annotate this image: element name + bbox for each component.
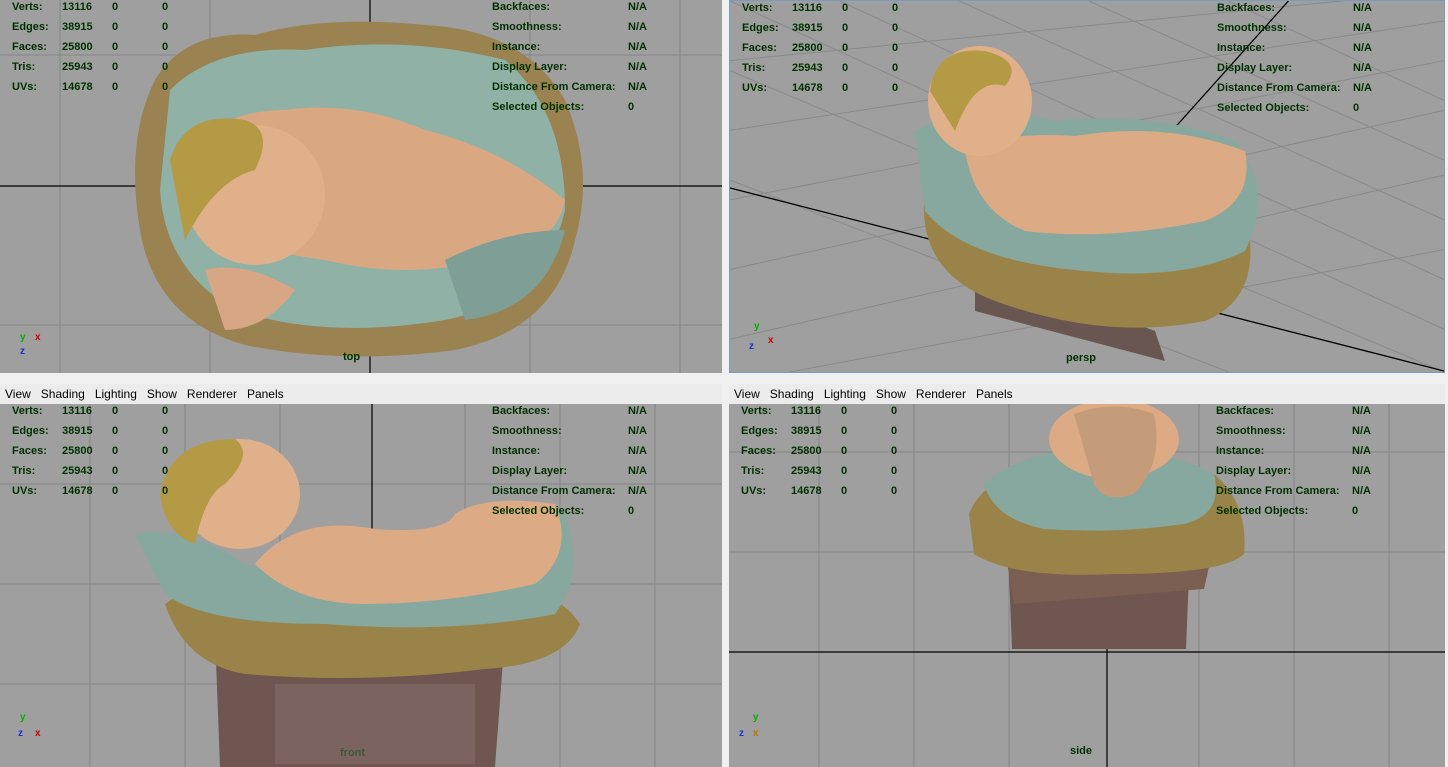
hud-row-tris: Tris: 25943 0 0 xyxy=(12,61,169,73)
hud-row-edges: Edges: 38915 0 0 xyxy=(12,21,169,33)
menu-view[interactable]: View xyxy=(729,387,765,401)
camera-name-persp: persp xyxy=(1066,352,1096,364)
menu-view[interactable]: View xyxy=(0,387,36,401)
hud-row-backfaces: Backfaces: N/A xyxy=(492,1,647,13)
persp-viewport[interactable]: Verts: 13116 0 0 Edges: 38915 0 0 Faces: 25800 0… xyxy=(729,0,1445,373)
poly-count-hud: Verts: 13116 0 0 Edges: 38915 0 0 Faces: 25800 0… xyxy=(12,0,182,97)
menu-show[interactable]: Show xyxy=(871,387,911,401)
camera-name-front: front xyxy=(340,747,366,759)
top-viewport-panel: Verts: 13116 0 0 Edges: 38915 0 0 Faces: 25800 0… xyxy=(0,0,722,373)
camera-name-top: top xyxy=(343,351,361,363)
camera-name-side: side xyxy=(1070,745,1093,757)
hud-row-selected: Selected Objects: 0 xyxy=(492,101,635,113)
hud-row-smoothness: Smoothness: N/A xyxy=(492,21,647,33)
side-panel-menubar: View Shading Lighting Show Renderer Pane… xyxy=(729,384,1445,404)
view-axis-icon: y x z xyxy=(20,332,41,357)
menu-shading[interactable]: Shading xyxy=(765,387,819,401)
menu-renderer[interactable]: Renderer xyxy=(182,387,242,401)
hud-row-distance: Distance From Camera: N/A xyxy=(492,81,647,93)
hud-row-instance: Instance: N/A xyxy=(492,41,647,53)
object-details-hud: Backfaces: N/A Smoothness: N/A Instance: N/… xyxy=(1216,405,1371,517)
hud-row-verts: Verts: 13116 0 0 xyxy=(12,1,169,13)
object-details-hud: Backfaces: N/A Smoothness: N/A Instance: N/… xyxy=(492,405,647,517)
view-axis-icon: y x z xyxy=(749,321,774,352)
menu-panels[interactable]: Panels xyxy=(242,387,289,401)
object-details-hud: Backfaces: N/A Smoothness: N/A Instance: N/… xyxy=(1217,2,1372,114)
view-axis-icon: y z x xyxy=(739,712,759,739)
persp-viewport-panel: Verts: 13116 0 0 Edges: 38915 0 0 Faces: 25800 0… xyxy=(729,0,1445,373)
poly-count-hud: Verts: 13116 0 0 Edges: 38915 0 0 Faces: 25800 0… xyxy=(742,2,899,94)
menu-shading[interactable]: Shading xyxy=(36,387,90,401)
hud-row-uvs: UVs: 14678 0 0 xyxy=(12,81,169,93)
poly-count-hud: Verts: 13116 0 0 Edges: 38915 0 0 Faces: 25800 0… xyxy=(741,405,898,497)
front-panel-menubar: View Shading Lighting Show Renderer Pane… xyxy=(0,384,722,404)
menu-lighting[interactable]: Lighting xyxy=(90,387,142,401)
menu-show[interactable]: Show xyxy=(142,387,182,401)
side-viewport-panel: View Shading Lighting Show Renderer Pane… xyxy=(729,384,1445,767)
nativity-model-side[interactable] xyxy=(964,404,1254,654)
poly-count-hud: Verts: 13116 0 0 Edges: 38915 0 0 Faces: 25800 0… xyxy=(12,405,169,497)
hud-row-display-layer: Display Layer: N/A xyxy=(492,61,647,73)
hud-row-faces: Faces: 25800 0 0 xyxy=(12,41,169,53)
side-viewport[interactable]: Verts: 13116 0 0 Edges: 38915 0 0 Faces: 25800 0… xyxy=(729,404,1445,767)
menu-panels[interactable]: Panels xyxy=(971,387,1018,401)
menu-lighting[interactable]: Lighting xyxy=(819,387,871,401)
top-viewport[interactable]: Verts: 13116 0 0 Edges: 38915 0 0 Faces: 25800 0… xyxy=(0,0,722,373)
front-viewport[interactable]: Verts: 13116 0 0 Edges: 38915 0 0 Faces: 25800 0… xyxy=(0,404,722,767)
front-viewport-panel: View Shading Lighting Show Renderer Pane… xyxy=(0,384,722,767)
menu-renderer[interactable]: Renderer xyxy=(911,387,971,401)
object-details-hud: Backfaces: N/A Smoothness: N/A Instance: N/… xyxy=(492,0,668,117)
view-axis-icon: y z x xyxy=(18,712,41,739)
